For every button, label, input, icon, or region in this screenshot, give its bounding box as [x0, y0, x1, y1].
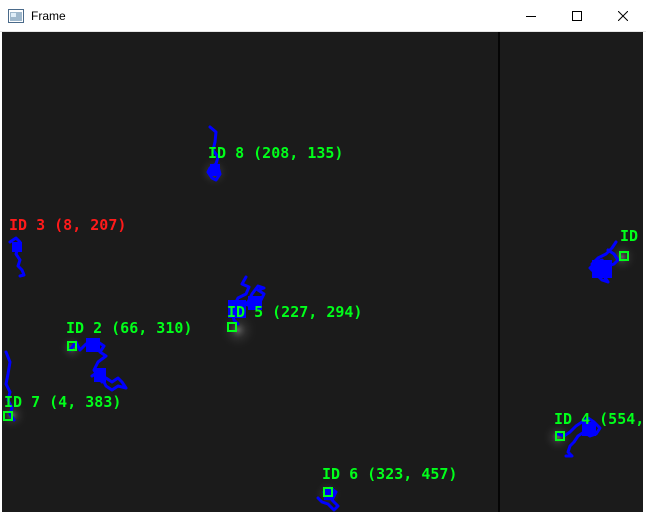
track-label-8: ID 8 (208, 135)	[208, 144, 344, 162]
app-window: Frame ID 8 (208, 135) ID 3 (8, 207) ID I…	[0, 0, 646, 512]
minimize-button[interactable]	[508, 0, 554, 32]
track-label-2: ID 2 (66, 310)	[66, 319, 193, 337]
close-button[interactable]	[600, 0, 646, 32]
track-blob	[86, 338, 100, 352]
track-blob	[592, 260, 612, 278]
track-label-7: ID 7 (4, 383)	[4, 393, 122, 411]
track-label-4: ID 4 (554,	[554, 410, 643, 428]
track-blob	[12, 242, 22, 252]
window-title: Frame	[31, 9, 66, 23]
close-icon	[618, 11, 628, 21]
track-blob	[94, 368, 106, 382]
window-app-icon	[8, 9, 24, 23]
title-bar[interactable]: Frame	[0, 0, 646, 32]
track-label-3: ID 3 (8, 207)	[9, 216, 127, 234]
track-label-6: ID 6 (323, 457)	[322, 465, 458, 483]
minimize-icon	[526, 16, 536, 17]
track-blob	[210, 164, 220, 176]
track-label-5: ID 5 (227, 294)	[227, 303, 363, 321]
tracking-overlay	[2, 32, 638, 512]
track-label-edge: ID	[620, 227, 639, 245]
maximize-icon	[572, 11, 582, 21]
maximize-button[interactable]	[554, 0, 600, 32]
video-frame: ID 8 (208, 135) ID 3 (8, 207) ID ID 5 (2…	[2, 32, 643, 512]
